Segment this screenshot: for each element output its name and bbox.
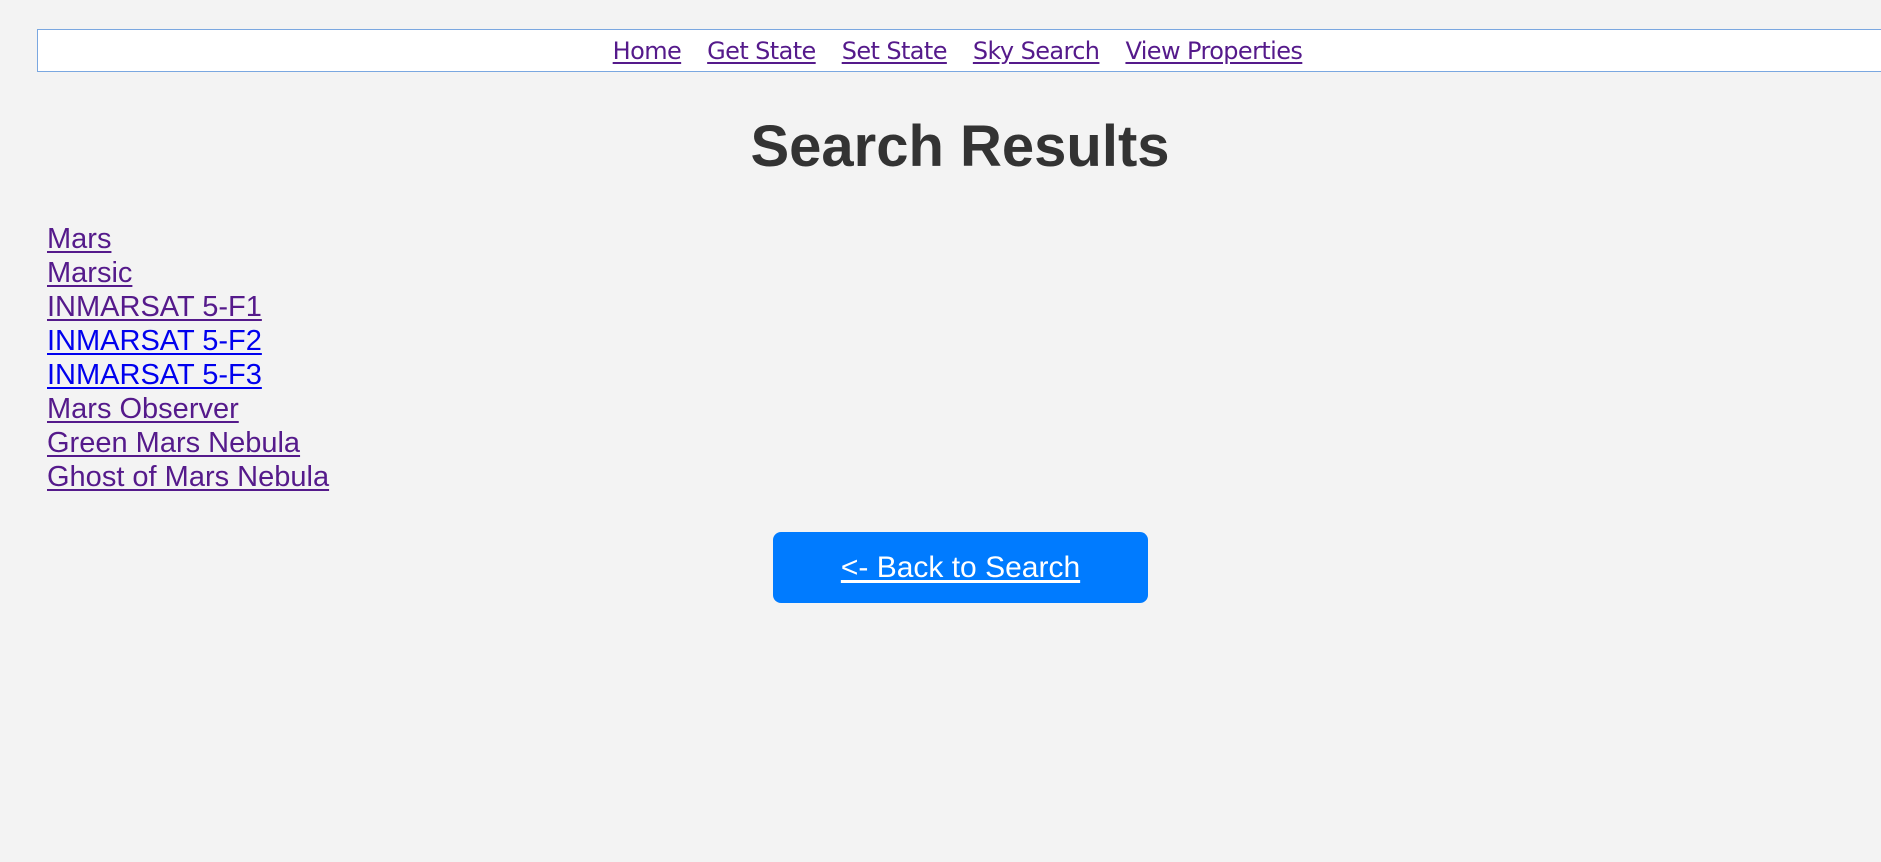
nav-link-home[interactable]: Home — [613, 37, 682, 65]
nav-link-view-properties[interactable]: View Properties — [1125, 37, 1302, 65]
result-link-mars[interactable]: Mars — [47, 223, 111, 255]
search-results-list: Mars Marsic INMARSAT 5-F1 INMARSAT 5-F2 … — [47, 222, 329, 494]
nav-link-get-state[interactable]: Get State — [707, 37, 816, 65]
result-link-inmarsat-5-f1[interactable]: INMARSAT 5-F1 — [47, 291, 262, 323]
result-link-marsic[interactable]: Marsic — [47, 257, 132, 289]
back-to-search-label[interactable]: <- Back to Search — [841, 551, 1080, 585]
result-item: Mars — [47, 222, 329, 256]
top-navigation-bar: Home Get State Set State Sky Search View… — [37, 29, 1881, 72]
nav-link-sky-search[interactable]: Sky Search — [973, 37, 1100, 65]
result-item: Mars Observer — [47, 392, 329, 426]
result-item: INMARSAT 5-F3 — [47, 358, 329, 392]
result-item: Ghost of Mars Nebula — [47, 460, 329, 494]
result-item: INMARSAT 5-F2 — [47, 324, 329, 358]
result-link-mars-observer[interactable]: Mars Observer — [47, 393, 239, 425]
result-item: Marsic — [47, 256, 329, 290]
result-item: INMARSAT 5-F1 — [47, 290, 329, 324]
result-link-inmarsat-5-f2[interactable]: INMARSAT 5-F2 — [47, 325, 262, 357]
back-to-search-button[interactable]: <- Back to Search — [773, 532, 1148, 603]
result-link-inmarsat-5-f3[interactable]: INMARSAT 5-F3 — [47, 359, 262, 391]
page-title: Search Results — [750, 114, 1170, 179]
nav-link-set-state[interactable]: Set State — [842, 37, 948, 65]
result-link-green-mars-nebula[interactable]: Green Mars Nebula — [47, 427, 300, 459]
result-item: Green Mars Nebula — [47, 426, 329, 460]
result-link-ghost-of-mars-nebula[interactable]: Ghost of Mars Nebula — [47, 461, 329, 493]
